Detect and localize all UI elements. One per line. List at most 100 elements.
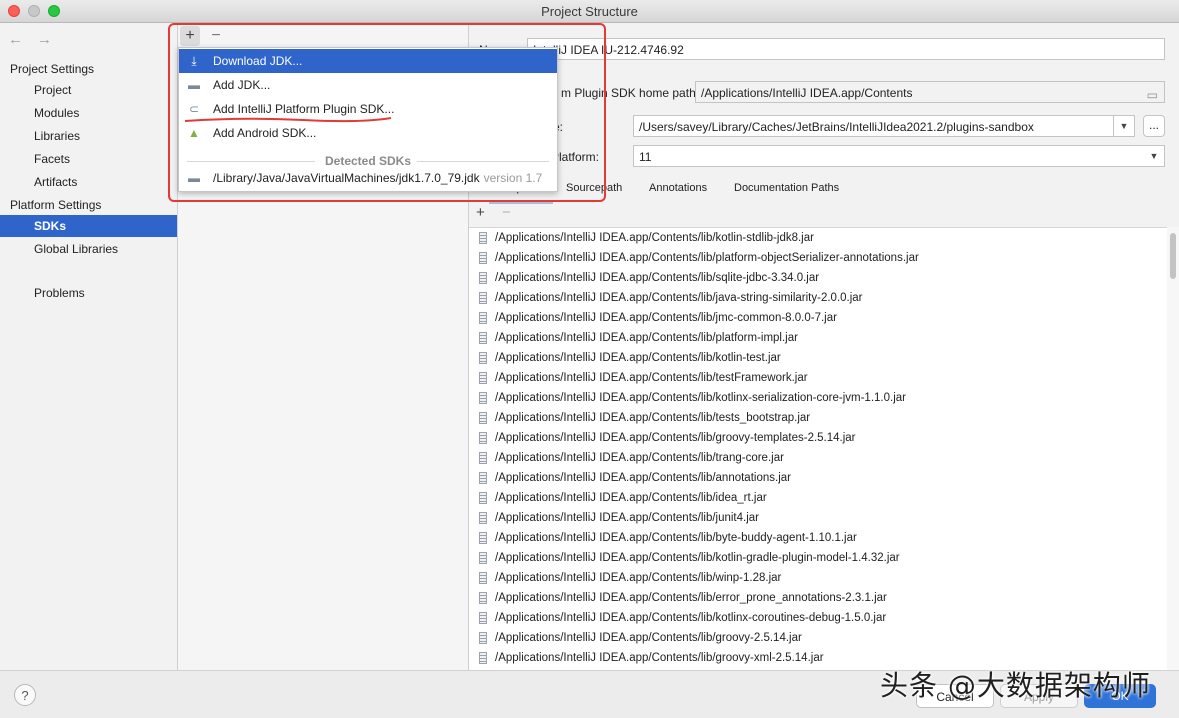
jar-file-icon <box>479 472 487 484</box>
table-row[interactable]: /Applications/IntelliJ IDEA.app/Contents… <box>469 428 1167 448</box>
classpath-entry-path: /Applications/IntelliJ IDEA.app/Contents… <box>495 572 782 584</box>
classpath-entry-path: /Applications/IntelliJ IDEA.app/Contents… <box>495 372 808 384</box>
tab-documentation-paths[interactable]: Documentation Paths <box>734 177 839 201</box>
platform-version-select[interactable]: 11 ▼ <box>633 145 1165 167</box>
classpath-entry-path: /Applications/IntelliJ IDEA.app/Contents… <box>495 652 824 664</box>
sdk-home-path-label: m Plugin SDK home path: <box>561 86 700 100</box>
sdk-list-toolbar: + − <box>178 23 468 50</box>
table-row[interactable]: /Applications/IntelliJ IDEA.app/Contents… <box>469 268 1167 288</box>
sdk-name-input[interactable]: IntelliJ IDEA IU-212.4746.92 <box>527 38 1165 60</box>
jar-file-icon <box>479 552 487 564</box>
jar-file-icon <box>479 512 487 524</box>
menu-item-add-plugin-sdk[interactable]: ⊂ Add IntelliJ Platform Plugin SDK... <box>179 97 557 123</box>
jar-file-icon <box>479 352 487 364</box>
help-button[interactable]: ? <box>14 684 36 706</box>
folder-icon: ▬ <box>188 171 200 185</box>
menu-item-label: Add Android SDK... <box>213 126 317 140</box>
table-row[interactable]: /Applications/IntelliJ IDEA.app/Contents… <box>469 628 1167 648</box>
classpath-entry-path: /Applications/IntelliJ IDEA.app/Contents… <box>495 352 781 364</box>
classpath-entry-path: /Applications/IntelliJ IDEA.app/Contents… <box>495 552 900 564</box>
nav-arrows: ← → <box>8 31 66 48</box>
plugin-icon: ⊂ <box>188 102 200 116</box>
classpath-entry-path: /Applications/IntelliJ IDEA.app/Contents… <box>495 292 863 304</box>
table-row[interactable]: /Applications/IntelliJ IDEA.app/Contents… <box>469 588 1167 608</box>
jar-file-icon <box>479 452 487 464</box>
add-sdk-popup-menu: ⤓ Download JDK... ▬ Add JDK... ⊂ Add Int… <box>178 47 558 192</box>
folder-browse-icon[interactable]: ▭ <box>1147 84 1158 102</box>
sandbox-home-combo[interactable]: /Users/savey/Library/Caches/JetBrains/In… <box>633 115 1135 137</box>
table-row[interactable]: /Applications/IntelliJ IDEA.app/Contents… <box>469 248 1167 268</box>
menu-item-label: Add JDK... <box>213 78 271 92</box>
classpath-entry-path: /Applications/IntelliJ IDEA.app/Contents… <box>495 392 906 404</box>
classpath-entry-path: /Applications/IntelliJ IDEA.app/Contents… <box>495 432 856 444</box>
menu-item-label: /Library/Java/JavaVirtualMachines/jdk1.7… <box>213 166 542 190</box>
classpath-entry-path: /Applications/IntelliJ IDEA.app/Contents… <box>495 512 760 524</box>
sidebar-item-facets[interactable]: Facets <box>0 148 177 170</box>
menu-item-detected-jdk[interactable]: ▬ /Library/Java/JavaVirtualMachines/jdk1… <box>179 166 557 190</box>
table-row[interactable]: /Applications/IntelliJ IDEA.app/Contents… <box>469 228 1167 248</box>
forward-arrow-icon[interactable]: → <box>37 31 52 48</box>
table-row[interactable]: /Applications/IntelliJ IDEA.app/Contents… <box>469 448 1167 468</box>
table-row[interactable]: /Applications/IntelliJ IDEA.app/Contents… <box>469 468 1167 488</box>
remove-path-button[interactable]: − <box>502 204 511 221</box>
table-row[interactable]: /Applications/IntelliJ IDEA.app/Contents… <box>469 308 1167 328</box>
table-row[interactable]: /Applications/IntelliJ IDEA.app/Contents… <box>469 528 1167 548</box>
table-row[interactable]: /Applications/IntelliJ IDEA.app/Contents… <box>469 508 1167 528</box>
table-row[interactable]: /Applications/IntelliJ IDEA.app/Contents… <box>469 288 1167 308</box>
table-row[interactable]: /Applications/IntelliJ IDEA.app/Contents… <box>469 608 1167 628</box>
classpath-scrollbar[interactable] <box>1167 227 1179 670</box>
add-path-button[interactable]: + <box>476 204 485 221</box>
detected-jdk-path: /Library/Java/JavaVirtualMachines/jdk1.7… <box>213 171 480 185</box>
chevron-down-icon[interactable]: ▼ <box>1144 146 1164 166</box>
watermark: 头条 @大数据架构师 <box>880 669 1151 702</box>
table-row[interactable]: /Applications/IntelliJ IDEA.app/Contents… <box>469 488 1167 508</box>
classpath-entry-path: /Applications/IntelliJ IDEA.app/Contents… <box>495 312 837 324</box>
classpath-list: /Applications/IntelliJ IDEA.app/Contents… <box>469 227 1167 671</box>
table-row[interactable]: /Applications/IntelliJ IDEA.app/Contents… <box>469 368 1167 388</box>
detected-jdk-version: version 1.7 <box>483 171 543 185</box>
menu-item-add-android-sdk[interactable]: ▲ Add Android SDK... <box>179 121 557 145</box>
menu-item-download-jdk[interactable]: ⤓ Download JDK... <box>179 49 557 73</box>
jar-file-icon <box>479 432 487 444</box>
window-titlebar: Project Structure <box>0 0 1179 23</box>
back-arrow-icon[interactable]: ← <box>8 31 23 48</box>
tab-annotations[interactable]: Annotations <box>649 177 707 201</box>
table-row[interactable]: /Applications/IntelliJ IDEA.app/Contents… <box>469 408 1167 428</box>
table-row[interactable]: /Applications/IntelliJ IDEA.app/Contents… <box>469 568 1167 588</box>
table-row[interactable]: /Applications/IntelliJ IDEA.app/Contents… <box>469 348 1167 368</box>
table-row[interactable]: /Applications/IntelliJ IDEA.app/Contents… <box>469 548 1167 568</box>
browse-sandbox-button[interactable]: ... <box>1143 115 1165 137</box>
sdk-home-path-field[interactable]: /Applications/IntelliJ IDEA.app/Contents… <box>695 81 1165 103</box>
jar-file-icon <box>479 312 487 324</box>
folder-icon: ▬ <box>188 78 200 92</box>
table-row[interactable]: /Applications/IntelliJ IDEA.app/Contents… <box>469 388 1167 408</box>
android-icon: ▲ <box>188 126 200 140</box>
scrollbar-thumb[interactable] <box>1170 233 1176 279</box>
menu-item-add-jdk[interactable]: ▬ Add JDK... <box>179 73 557 97</box>
jar-file-icon <box>479 652 487 664</box>
jar-file-icon <box>479 252 487 264</box>
jar-file-icon <box>479 292 487 304</box>
jar-file-icon <box>479 612 487 624</box>
remove-sdk-button[interactable]: − <box>206 26 226 46</box>
chevron-down-icon[interactable]: ▼ <box>1113 116 1134 136</box>
classpath-toolbar: + − <box>469 204 1179 226</box>
jar-file-icon <box>479 492 487 504</box>
sidebar-item-libraries[interactable]: Libraries <box>0 125 177 147</box>
add-sdk-button[interactable]: + <box>180 26 200 46</box>
sidebar-item-problems[interactable]: Problems <box>0 282 177 304</box>
window-title: Project Structure <box>541 4 638 19</box>
tab-sourcepath[interactable]: Sourcepath <box>566 177 622 201</box>
settings-sidebar: ← → Project Settings Project Modules Libr… <box>0 23 178 670</box>
jar-file-icon <box>479 632 487 644</box>
sidebar-item-modules[interactable]: Modules <box>0 102 177 124</box>
classpath-entry-path: /Applications/IntelliJ IDEA.app/Contents… <box>495 412 811 424</box>
table-row[interactable]: /Applications/IntelliJ IDEA.app/Contents… <box>469 328 1167 348</box>
sidebar-item-project[interactable]: Project <box>0 79 177 101</box>
classpath-entry-path: /Applications/IntelliJ IDEA.app/Contents… <box>495 592 887 604</box>
sidebar-item-artifacts[interactable]: Artifacts <box>0 171 177 193</box>
platform-settings-header: Platform Settings <box>10 198 102 212</box>
sidebar-item-global-libraries[interactable]: Global Libraries <box>0 238 177 260</box>
jar-file-icon <box>479 392 487 404</box>
sidebar-item-sdks[interactable]: SDKs <box>0 215 177 237</box>
